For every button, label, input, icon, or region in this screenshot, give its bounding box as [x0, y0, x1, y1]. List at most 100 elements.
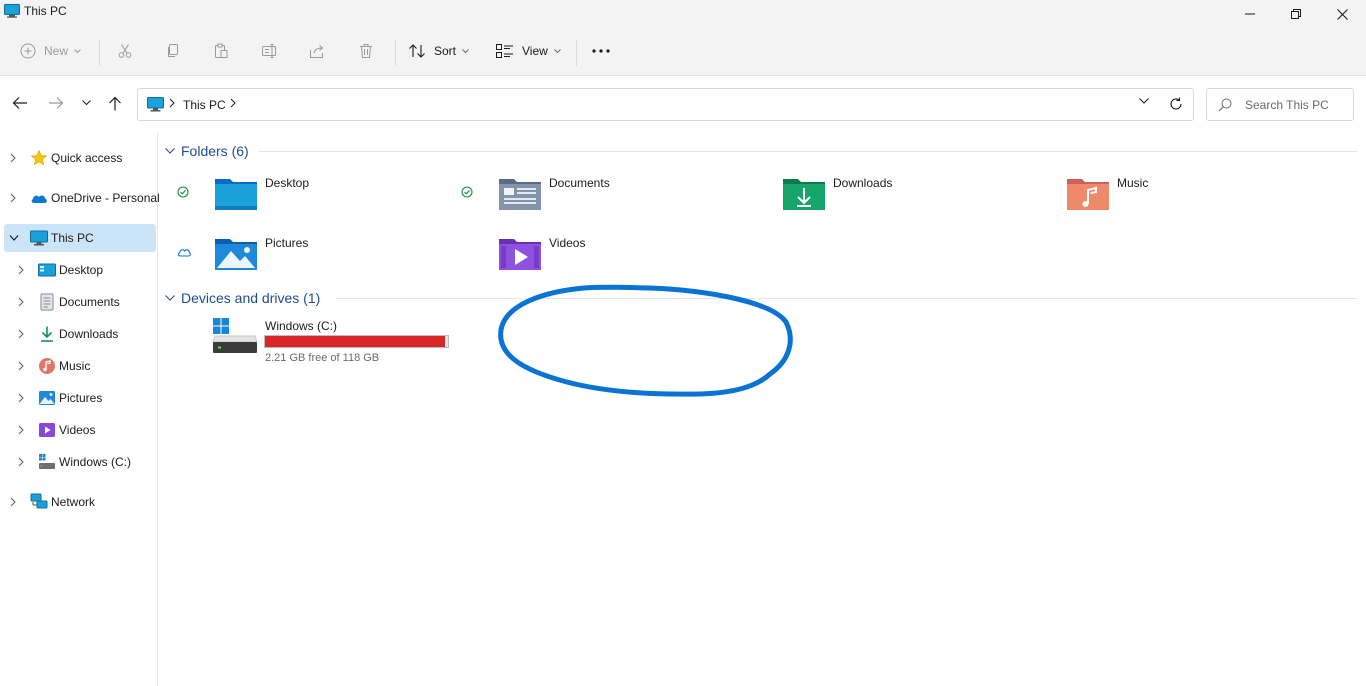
- toolbar-divider: [576, 40, 577, 66]
- documents-icon: [40, 293, 54, 311]
- chevron-right-icon: [169, 98, 175, 108]
- rename-button[interactable]: [261, 38, 279, 64]
- sidebar-item-network[interactable]: Network: [4, 488, 156, 516]
- new-button[interactable]: New: [20, 38, 81, 64]
- delete-button[interactable]: [358, 38, 374, 64]
- desktop-folder-icon: [215, 179, 257, 210]
- forward-button[interactable]: [48, 96, 64, 110]
- close-button[interactable]: [1319, 0, 1365, 28]
- synced-check-icon: [461, 186, 473, 198]
- onedrive-cloud-icon: [31, 195, 47, 203]
- chevron-right-icon[interactable]: [18, 425, 24, 435]
- more-dots-icon: [592, 49, 610, 53]
- videos-folder-icon: [499, 239, 541, 270]
- network-icon: [30, 493, 48, 509]
- group-divider: [336, 298, 1357, 299]
- sidebar-item-music[interactable]: Music: [4, 352, 156, 380]
- chevron-down-icon: [82, 100, 91, 106]
- folder-tile-music[interactable]: Music: [1029, 170, 1309, 220]
- chevron-right-icon[interactable]: [10, 497, 16, 507]
- computer-icon: [30, 230, 48, 246]
- drive-usage-fill: [265, 336, 445, 347]
- refresh-icon[interactable]: [1169, 97, 1183, 111]
- drive-icon: [39, 454, 55, 469]
- chevron-right-icon[interactable]: [18, 361, 24, 371]
- synced-check-icon: [177, 186, 189, 198]
- minimize-button[interactable]: [1227, 0, 1273, 28]
- chevron-down-icon: [165, 148, 175, 154]
- scissors-icon: [118, 44, 132, 58]
- window-title: This PC: [24, 4, 67, 18]
- search-box[interactable]: [1206, 88, 1354, 121]
- minimize-icon: [1245, 13, 1255, 15]
- chevron-down-icon: [74, 48, 81, 53]
- drive-usage-bar: [264, 335, 449, 348]
- folder-tile-videos[interactable]: Videos: [461, 230, 741, 280]
- folder-tile-documents[interactable]: Documents: [461, 170, 741, 220]
- command-bar: New Sort View: [0, 28, 1366, 76]
- chevron-right-icon[interactable]: [10, 153, 16, 163]
- toolbar-divider: [395, 40, 396, 66]
- chevron-right-icon[interactable]: [18, 265, 24, 275]
- chevron-right-icon[interactable]: [18, 393, 24, 403]
- folders-group-header[interactable]: Folders (6): [165, 140, 249, 162]
- rename-icon: [262, 44, 276, 58]
- desktop-icon: [38, 263, 56, 277]
- paste-button[interactable]: [213, 38, 229, 64]
- copy-button[interactable]: [165, 38, 181, 64]
- toolbar-divider: [99, 40, 100, 66]
- pictures-icon: [39, 391, 55, 405]
- chevron-right-icon[interactable]: [18, 297, 24, 307]
- chevron-right-icon[interactable]: [18, 457, 24, 467]
- pictures-folder-icon: [215, 239, 257, 270]
- chevron-right-icon[interactable]: [230, 98, 236, 108]
- computer-icon: [147, 97, 164, 115]
- view-button[interactable]: View: [496, 38, 561, 64]
- sidebar-item-downloads[interactable]: Downloads: [4, 320, 156, 348]
- share-icon: [310, 45, 324, 58]
- sidebar-item-documents[interactable]: Documents: [4, 288, 156, 316]
- plus-circle-icon: [20, 43, 36, 59]
- sidebar-item-videos[interactable]: Videos: [4, 416, 156, 444]
- sidebar-item-this-pc[interactable]: This PC: [4, 224, 156, 252]
- view-icon: [496, 44, 513, 58]
- trash-icon: [360, 44, 372, 58]
- sidebar-item-desktop[interactable]: Desktop: [4, 256, 156, 284]
- videos-icon: [39, 423, 55, 437]
- sidebar-item-quick-access[interactable]: Quick access: [4, 144, 156, 172]
- search-input[interactable]: [1245, 96, 1349, 114]
- music-icon: [39, 358, 55, 374]
- navigation-pane: Quick access OneDrive - Personal This PC…: [0, 132, 160, 686]
- title-bar: This PC: [0, 0, 1366, 28]
- folder-tile-desktop[interactable]: Desktop: [177, 170, 457, 220]
- chevron-down-icon[interactable]: [9, 235, 19, 241]
- chevron-right-icon[interactable]: [18, 329, 24, 339]
- sidebar-item-onedrive[interactable]: OneDrive - Personal: [4, 184, 160, 212]
- computer-icon: [4, 4, 20, 21]
- devices-group-header[interactable]: Devices and drives (1): [165, 287, 320, 309]
- more-options-button[interactable]: [592, 38, 610, 64]
- recent-locations-button[interactable]: [82, 100, 91, 106]
- sort-button[interactable]: Sort: [408, 38, 469, 64]
- address-history-chevron-icon[interactable]: [1139, 98, 1149, 104]
- up-button[interactable]: [108, 96, 122, 111]
- back-button[interactable]: [12, 96, 28, 110]
- chevron-right-icon[interactable]: [10, 193, 16, 203]
- folder-tile-downloads[interactable]: Downloads: [745, 170, 1025, 220]
- cut-button[interactable]: [117, 38, 133, 64]
- drive-tile-windows-c[interactable]: Windows (C:) 2.21 GB free of 118 GB: [212, 318, 452, 368]
- sidebar-item-windows-c[interactable]: Windows (C:): [4, 448, 156, 476]
- arrow-left-icon: [12, 97, 27, 109]
- restore-button[interactable]: [1273, 0, 1319, 28]
- downloads-folder-icon: [783, 179, 825, 210]
- sidebar-item-pictures[interactable]: Pictures: [4, 384, 156, 412]
- arrow-right-icon: [49, 97, 64, 109]
- folder-tile-pictures[interactable]: Pictures: [177, 230, 457, 280]
- address-bar[interactable]: This PC: [137, 88, 1194, 121]
- chevron-down-icon: [462, 48, 469, 53]
- breadcrumb-this-pc[interactable]: This PC: [183, 98, 226, 112]
- arrow-up-icon: [109, 96, 121, 111]
- documents-folder-icon: [499, 179, 541, 210]
- chevron-down-icon: [553, 48, 561, 53]
- share-button[interactable]: [309, 38, 325, 64]
